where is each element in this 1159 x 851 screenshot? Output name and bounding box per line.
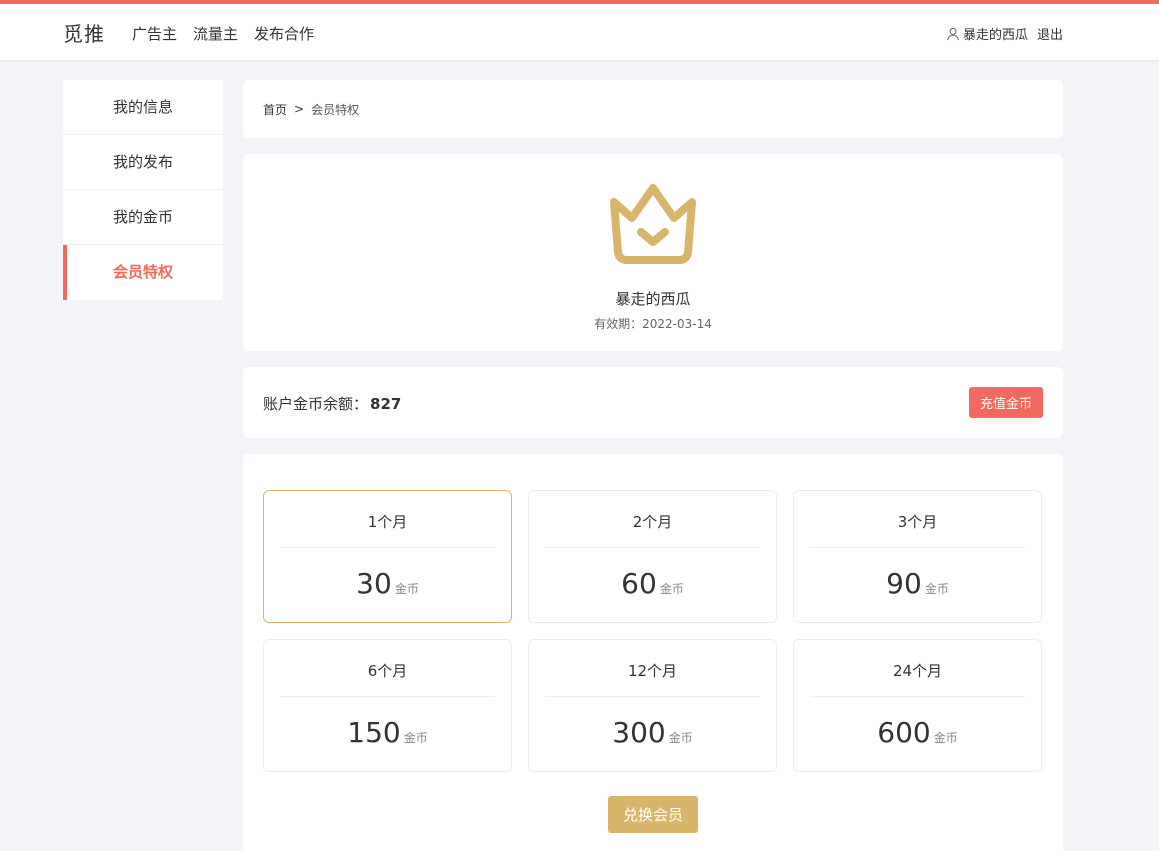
sidebar-item-my-coins[interactable]: 我的金币 [63, 190, 223, 245]
plan-price-value: 600 [877, 716, 931, 749]
plan-price-value: 30 [356, 567, 392, 600]
plan-price: 150 金币 [264, 716, 511, 749]
profile-username: 暴走的西瓜 [615, 290, 691, 308]
exchange-vip-button[interactable]: 兑换会员 [608, 796, 698, 833]
plan-price-unit: 金币 [403, 731, 428, 745]
logout-link[interactable]: 退出 [1037, 24, 1063, 43]
plan-price: 60 金币 [529, 567, 776, 600]
expiry-date: 有效期：2022-03-14 [243, 315, 1063, 332]
nav-advertiser[interactable]: 广告主 [132, 23, 177, 44]
plan-divider [810, 696, 1025, 697]
plan-price-unit: 金币 [924, 582, 949, 596]
plan-divider [545, 547, 760, 548]
plan-duration: 24个月 [892, 662, 943, 680]
expiry-label: 有效期： [594, 317, 643, 331]
plan-option[interactable]: 6个月 150 金币 [263, 639, 512, 772]
plans-card: 1个月 30 金币 2个月 60 金币 3个月 90 金币 6个月 150 金币 12个… [243, 454, 1063, 851]
plan-option[interactable]: 1个月 30 金币 [263, 490, 512, 623]
plan-price-value: 300 [612, 716, 666, 749]
user-area: 暴走的西瓜 退出 [946, 24, 1063, 43]
plan-price-unit: 金币 [933, 731, 958, 745]
breadcrumb-home[interactable]: 首页 [263, 101, 287, 118]
plan-duration: 2个月 [632, 513, 673, 531]
sidebar: 我的信息 我的发布 我的金币 会员特权 [63, 80, 223, 300]
plan-option[interactable]: 3个月 90 金币 [793, 490, 1042, 623]
recharge-button[interactable]: 充值金币 [969, 387, 1043, 418]
top-bar: 觅推 广告主 流量主 发布合作 暴走的西瓜 退出 [0, 0, 1159, 60]
plan-price: 600 金币 [794, 716, 1041, 749]
sidebar-item-my-info[interactable]: 我的信息 [63, 80, 223, 135]
balance-label: 账户金币余额： [263, 395, 369, 413]
breadcrumb: 首页 > 会员特权 [243, 80, 1063, 138]
plan-duration: 12个月 [627, 662, 678, 680]
nav-publisher[interactable]: 流量主 [193, 23, 238, 44]
plan-price-value: 90 [886, 567, 922, 600]
plan-option[interactable]: 2个月 60 金币 [528, 490, 777, 623]
plan-option[interactable]: 12个月 300 金币 [528, 639, 777, 772]
plan-duration: 6个月 [367, 662, 408, 680]
sidebar-item-vip[interactable]: 会员特权 [63, 245, 223, 300]
balance-text: 账户金币余额： 827 [263, 393, 401, 414]
plan-duration: 3个月 [897, 513, 938, 531]
balance-card: 账户金币余额： 827 充值金币 [243, 367, 1063, 438]
plan-option[interactable]: 24个月 600 金币 [793, 639, 1042, 772]
plan-divider [280, 547, 495, 548]
header-username[interactable]: 暴走的西瓜 [963, 24, 1028, 43]
user-icon [947, 27, 959, 40]
plan-divider [545, 696, 760, 697]
plan-divider [810, 547, 1025, 548]
plan-price: 90 金币 [794, 567, 1041, 600]
crown-icon [610, 184, 696, 264]
plan-price-value: 150 [347, 716, 401, 749]
plan-price-unit: 金币 [668, 731, 693, 745]
breadcrumb-current: 会员特权 [311, 102, 360, 117]
breadcrumb-separator: > [294, 102, 305, 116]
plan-duration: 1个月 [367, 513, 408, 531]
plan-price: 300 金币 [529, 716, 776, 749]
vip-profile-card: 暴走的西瓜 有效期：2022-03-14 [243, 154, 1063, 351]
nav-cooperation[interactable]: 发布合作 [254, 23, 314, 44]
main-nav: 广告主 流量主 发布合作 [132, 23, 314, 44]
sidebar-item-my-posts[interactable]: 我的发布 [63, 135, 223, 190]
plan-price: 30 金币 [264, 567, 511, 600]
plan-price-unit: 金币 [659, 582, 684, 596]
plan-divider [280, 696, 495, 697]
expiry-value: 2022-03-14 [642, 317, 712, 331]
brand-logo[interactable]: 觅推 [63, 18, 105, 47]
plan-price-unit: 金币 [394, 582, 419, 596]
plan-price-value: 60 [621, 567, 657, 600]
balance-value: 827 [370, 395, 402, 413]
